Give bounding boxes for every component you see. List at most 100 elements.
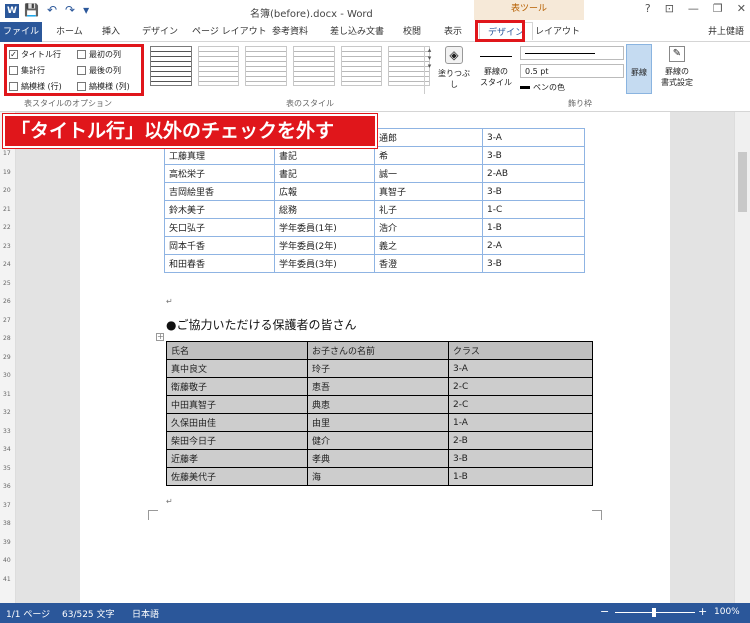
table-cell[interactable]: 1-B xyxy=(448,467,593,486)
banded-columns-checkbox[interactable] xyxy=(77,82,86,91)
table-row[interactable]: 真中良文 玲子 3-A xyxy=(166,359,593,378)
table-row[interactable]: 柴田今日子 健介 2-B xyxy=(166,431,593,450)
shading-button[interactable]: ◈ 塗りつぶし xyxy=(436,46,472,90)
table-cell[interactable]: 学年委員(3年) xyxy=(274,254,375,273)
ribbon-display-icon[interactable]: ⊡ xyxy=(665,2,674,15)
table-move-handle-icon[interactable]: + xyxy=(156,333,164,341)
table-cell[interactable]: 健介 xyxy=(307,431,449,450)
table-style-thumb[interactable] xyxy=(245,46,288,86)
table-header-row[interactable]: 氏名 お子さんの名前 クラス xyxy=(166,341,593,360)
table-cell[interactable]: 典恵 xyxy=(307,395,449,414)
scrollbar-thumb[interactable] xyxy=(738,152,747,212)
table-header-cell[interactable]: お子さんの名前 xyxy=(307,341,449,360)
word-count[interactable]: 63/525 文字 xyxy=(62,607,115,620)
save-icon[interactable]: 💾 xyxy=(24,3,39,17)
table-row[interactable]: 工藤真理 書記希 3-B xyxy=(164,146,585,165)
table-cell[interactable]: 総務 xyxy=(274,200,375,219)
total-row-checkbox[interactable] xyxy=(9,66,18,75)
table-cell[interactable]: 岡本千香 xyxy=(164,236,275,255)
table-cell[interactable]: 礼子 xyxy=(374,200,483,219)
table-row[interactable]: 和田春香 学年委員(3年) 香澄 3-B xyxy=(164,254,585,273)
option-last-column[interactable]: 最後の列 xyxy=(77,65,121,76)
table-cell[interactable]: 広報 xyxy=(274,182,375,201)
table-cell[interactable]: 3-A xyxy=(448,359,593,378)
banded-rows-checkbox[interactable] xyxy=(9,82,18,91)
table-cell[interactable]: 玲子 xyxy=(307,359,449,378)
zoom-in-icon[interactable]: + xyxy=(698,605,707,618)
minimize-icon[interactable]: — xyxy=(688,2,699,15)
undo-icon[interactable]: ↶ xyxy=(47,3,57,17)
table-row[interactable]: 矢口弘子 学年委員(1年) 浩介 1-B xyxy=(164,218,585,237)
table-cell[interactable]: 3-B xyxy=(482,146,585,165)
tab-page-design[interactable]: デザイン xyxy=(142,24,178,37)
table-cell[interactable]: 2-AB xyxy=(482,164,585,183)
pen-color-button[interactable]: ペンの色 xyxy=(520,82,624,93)
close-icon[interactable]: ✕ xyxy=(737,2,746,15)
zoom-level[interactable]: 100% xyxy=(714,607,740,617)
customize-qat-icon[interactable]: ▾ xyxy=(83,3,89,17)
table-cell[interactable]: 2-B xyxy=(448,431,593,450)
table-row[interactable]: 吉岡絵里香 広報 真智子 3-B xyxy=(164,182,585,201)
table-row[interactable]: 鈴木美子 総務 礼子 1-C xyxy=(164,200,585,219)
table-style-thumb[interactable] xyxy=(293,46,335,86)
table-cell[interactable]: 柴田今日子 xyxy=(166,431,308,450)
header-row-checkbox[interactable]: ✓ xyxy=(9,50,18,59)
language-indicator[interactable]: 日本語 xyxy=(132,607,159,620)
gallery-scroll[interactable]: ▴ ▾ ▾ xyxy=(424,46,434,94)
table-row[interactable]: 佐藤美代子海 1-B xyxy=(166,467,593,486)
table-cell[interactable]: 香澄 xyxy=(374,254,483,273)
table-cell[interactable]: 孝典 xyxy=(307,449,449,468)
table-cell[interactable]: 工藤真理 xyxy=(164,146,275,165)
option-banded-columns[interactable]: 縞模様 (列) xyxy=(77,81,130,92)
table-cell[interactable]: 近藤孝 xyxy=(166,449,308,468)
table-cell[interactable]: 衛藤敬子 xyxy=(166,377,308,396)
table-cell[interactable]: 3-A xyxy=(482,128,585,147)
tab-insert[interactable]: 挿入 xyxy=(102,24,120,37)
page-count[interactable]: 1/1 ページ xyxy=(6,607,50,620)
border-painter-button[interactable]: ✎ 罫線の 書式設定 xyxy=(656,46,698,88)
option-first-column[interactable]: 最初の列 xyxy=(77,49,121,60)
table-cell[interactable]: 3-B xyxy=(448,449,593,468)
table-cell[interactable]: 浩介 xyxy=(374,218,483,237)
option-header-row[interactable]: ✓ タイトル行 xyxy=(9,49,61,60)
table-cell[interactable]: 2-C xyxy=(448,395,593,414)
table-cell[interactable]: 2-C xyxy=(448,377,593,396)
table-cell[interactable]: 和田春香 xyxy=(164,254,275,273)
zoom-slider-knob[interactable] xyxy=(652,608,656,617)
borders-button[interactable]: 罫線 xyxy=(626,44,652,94)
border-styles-button[interactable]: 罫線の スタイル xyxy=(476,48,516,88)
table-cell[interactable]: 高松栄子 xyxy=(164,164,275,183)
zoom-out-icon[interactable]: − xyxy=(600,605,609,618)
table-style-thumb[interactable] xyxy=(150,46,192,86)
table-cell[interactable]: 3-B xyxy=(482,182,585,201)
tab-page-layout[interactable]: ページ レイアウト xyxy=(192,24,267,37)
table-cell[interactable]: 1-A xyxy=(448,413,593,432)
table-row[interactable]: 中田真智子 典恵 2-C xyxy=(166,395,593,414)
table-row[interactable]: 高松栄子 書記 誠一 2-AB xyxy=(164,164,585,183)
pen-weight-dropdown[interactable]: 0.5 pt xyxy=(520,64,624,78)
table-cell[interactable]: 書記 xyxy=(274,146,375,165)
table-cell[interactable]: 2-A xyxy=(482,236,585,255)
table-header-cell[interactable]: クラス xyxy=(448,341,593,360)
vertical-scrollbar[interactable] xyxy=(734,112,750,603)
table-cell[interactable]: 1-C xyxy=(482,200,585,219)
table-cell[interactable]: 書記 xyxy=(274,164,375,183)
pen-style-dropdown[interactable] xyxy=(520,46,624,60)
officers-table[interactable]: 本田典子会計通郎3-A工藤真理書記希3-B高松栄子書記誠一2-AB吉岡絵里香広報… xyxy=(164,128,585,273)
tab-table-layout[interactable]: レイアウト xyxy=(535,24,580,37)
table-header-cell[interactable]: 氏名 xyxy=(166,341,308,360)
tab-references[interactable]: 参考資料 xyxy=(272,24,308,37)
table-cell[interactable]: 吉岡絵里香 xyxy=(164,182,275,201)
option-total-row[interactable]: 集計行 xyxy=(9,65,45,76)
table-cell[interactable]: 中田真智子 xyxy=(166,395,308,414)
option-banded-rows[interactable]: 縞模様 (行) xyxy=(9,81,62,92)
table-row[interactable]: 岡本千香 学年委員(2年) 義之 2-A xyxy=(164,236,585,255)
table-cell[interactable]: 真智子 xyxy=(374,182,483,201)
table-cell[interactable]: 学年委員(2年) xyxy=(274,236,375,255)
first-column-checkbox[interactable] xyxy=(77,50,86,59)
word-app-icon[interactable]: W xyxy=(5,4,19,18)
help-icon[interactable]: ? xyxy=(645,2,651,15)
table-cell[interactable]: 由里 xyxy=(307,413,449,432)
table-cell[interactable]: 3-B xyxy=(482,254,585,273)
table-cell[interactable]: 矢口弘子 xyxy=(164,218,275,237)
